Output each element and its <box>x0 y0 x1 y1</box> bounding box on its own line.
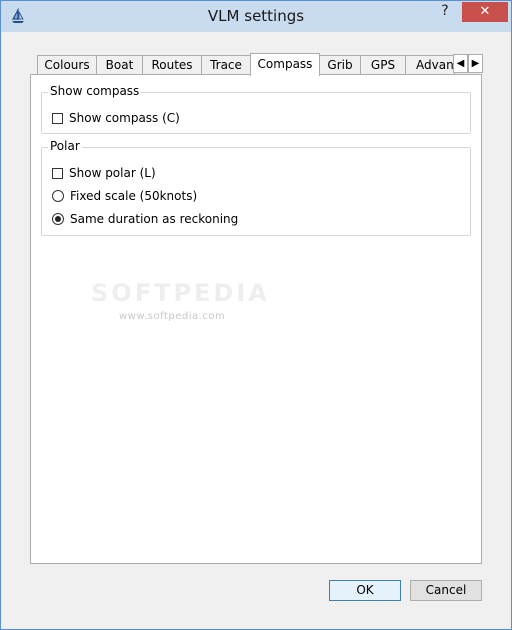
tab-trace[interactable]: Trace <box>201 55 251 75</box>
compass-tab-page: Show compass Show compass (C) Polar Show… <box>30 74 482 564</box>
tab-gps[interactable]: GPS <box>360 55 406 75</box>
close-button[interactable]: ✕ <box>462 2 508 22</box>
show-compass-group-title: Show compass <box>48 84 142 98</box>
fixed-scale-label: Fixed scale (50knots) <box>70 189 198 203</box>
tab-colours[interactable]: Colours <box>37 55 97 75</box>
watermark-logo-text: SOFTPEDIA <box>91 279 270 307</box>
tab-scroll-left-arrow[interactable]: ◀ <box>453 54 468 73</box>
fixed-scale-radio-row[interactable]: Fixed scale (50knots) <box>52 188 197 204</box>
show-polar-label: Show polar (L) <box>69 166 156 180</box>
same-duration-label: Same duration as reckoning <box>70 212 239 226</box>
watermark-url: www.softpedia.com <box>119 311 226 322</box>
same-duration-radio-row[interactable]: Same duration as reckoning <box>52 211 238 227</box>
show-compass-checkbox[interactable] <box>52 112 63 124</box>
polar-group-title: Polar <box>48 139 82 153</box>
show-compass-checkbox-row[interactable]: Show compass (C) <box>52 110 180 126</box>
help-button[interactable]: ? <box>435 3 455 25</box>
tab-routes[interactable]: Routes <box>142 55 202 75</box>
title-bar: VLM settings ? ✕ <box>1 1 511 32</box>
cancel-button[interactable]: Cancel <box>410 580 482 601</box>
tab-scroll-right-arrow[interactable]: ▶ <box>468 54 483 73</box>
tab-advanced[interactable]: Advanc <box>405 55 455 75</box>
polar-group: Polar Show polar (L) Fixed scale (50knot… <box>41 139 471 236</box>
show-polar-checkbox[interactable] <box>52 167 63 179</box>
tab-grib[interactable]: Grib <box>319 55 361 75</box>
show-polar-checkbox-row[interactable]: Show polar (L) <box>52 165 156 181</box>
tab-compass[interactable]: Compass <box>250 53 320 76</box>
tab-boat[interactable]: Boat <box>96 55 143 75</box>
show-compass-group: Show compass Show compass (C) <box>41 84 471 134</box>
show-compass-label: Show compass (C) <box>69 111 180 125</box>
settings-window: VLM settings ? ✕ Colours Boat Routes Tra… <box>0 0 512 630</box>
tab-bar: Colours Boat Routes Trace Compass Grib G… <box>23 53 483 76</box>
ok-button[interactable]: OK <box>329 580 401 601</box>
same-duration-radio[interactable] <box>52 213 64 225</box>
fixed-scale-radio[interactable] <box>52 190 64 202</box>
